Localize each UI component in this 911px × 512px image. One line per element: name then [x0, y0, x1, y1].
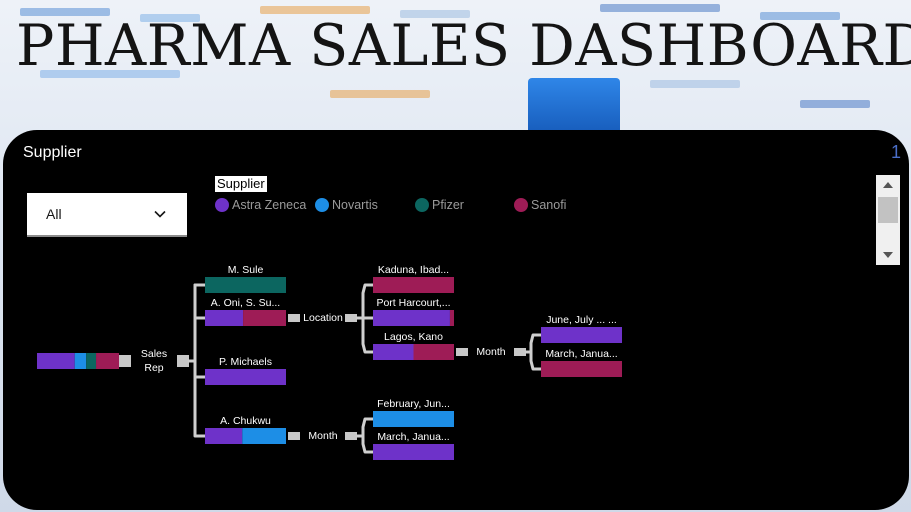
- location-connector: [288, 314, 300, 322]
- bar-segment: [96, 353, 119, 369]
- month-connector: [456, 348, 468, 356]
- bar-segment: [86, 353, 97, 369]
- dashboard-title: PHARMA SALES DASHBOARD: [16, 13, 911, 79]
- chukwu-month-bar[interactable]: [373, 444, 454, 460]
- location-split-connector: [345, 314, 357, 322]
- chukwu-month-label: February, Jun...: [377, 398, 450, 410]
- root-connector: [119, 355, 131, 367]
- background-decoration: [330, 90, 430, 98]
- month-bar[interactable]: [541, 327, 622, 343]
- background-cube: [528, 78, 620, 138]
- chukwu-month-label: March, Janua...: [377, 431, 449, 443]
- background-decoration: [650, 80, 740, 88]
- bar-segment: [37, 353, 75, 369]
- chukwu-month-bar[interactable]: [373, 411, 454, 427]
- rep-label: P. Michaels: [219, 356, 272, 368]
- bar-segment: [205, 428, 243, 444]
- bar-segment: [373, 277, 454, 293]
- rep-label: M. Sule: [228, 264, 264, 276]
- bar-segment: [541, 361, 622, 377]
- rep-label: A. Oni, S. Su...: [211, 297, 280, 309]
- location-label: Lagos, Kano: [384, 331, 443, 343]
- bar-segment: [541, 327, 622, 343]
- rep-bar[interactable]: [205, 277, 286, 293]
- month-label: March, Janua...: [545, 348, 617, 360]
- root-split-label: Sales: [141, 348, 167, 360]
- month-bar[interactable]: [541, 361, 622, 377]
- chukwu-month-split-label: Month: [308, 430, 337, 442]
- bar-segment: [242, 428, 286, 444]
- bar-segment: [243, 310, 286, 326]
- bar-segment: [373, 310, 450, 326]
- tree-connector: [187, 283, 207, 363]
- bar-segment: [413, 344, 454, 360]
- location-split-label: Location: [303, 312, 343, 324]
- rep-bar[interactable]: [205, 369, 286, 385]
- location-label: Kaduna, Ibad...: [378, 264, 449, 276]
- bar-segment: [373, 411, 454, 427]
- bar-segment: [205, 369, 286, 385]
- root-split-label: Rep: [144, 362, 163, 374]
- bar-segment: [74, 353, 87, 369]
- bar-segment: [373, 444, 454, 460]
- tree-connector: [529, 333, 543, 371]
- rep-label: A. Chukwu: [220, 415, 271, 427]
- root-split-connector: [177, 355, 189, 367]
- rep-bar[interactable]: [205, 428, 286, 444]
- tree-connector: [361, 417, 375, 454]
- background-decoration: [800, 100, 870, 108]
- root-bar[interactable]: [37, 353, 119, 369]
- background-decoration: [600, 4, 720, 12]
- bar-segment: [205, 277, 286, 293]
- month-split-connector: [514, 348, 526, 356]
- bar-segment: [205, 310, 244, 326]
- tree-connector: [193, 283, 207, 438]
- supplier-panel: Supplier 1 All Supplier Astra Zeneca Nov…: [3, 130, 909, 510]
- month-label: June, July ... ...: [546, 314, 617, 326]
- chukwu-month-split-connector: [345, 432, 357, 440]
- bar-segment: [373, 344, 414, 360]
- bar-segment: [449, 310, 454, 326]
- location-bar[interactable]: [373, 344, 454, 360]
- location-bar[interactable]: [373, 310, 454, 326]
- decomposition-tree: Sales Rep M. Sule A. Oni, S. Su... P. Michae…: [37, 264, 622, 460]
- month-split-label: Month: [476, 346, 505, 358]
- rep-bar[interactable]: [205, 310, 286, 326]
- location-label: Port Harcourt,...: [376, 297, 450, 309]
- chukwu-month-connector: [288, 432, 300, 440]
- location-bar[interactable]: [373, 277, 454, 293]
